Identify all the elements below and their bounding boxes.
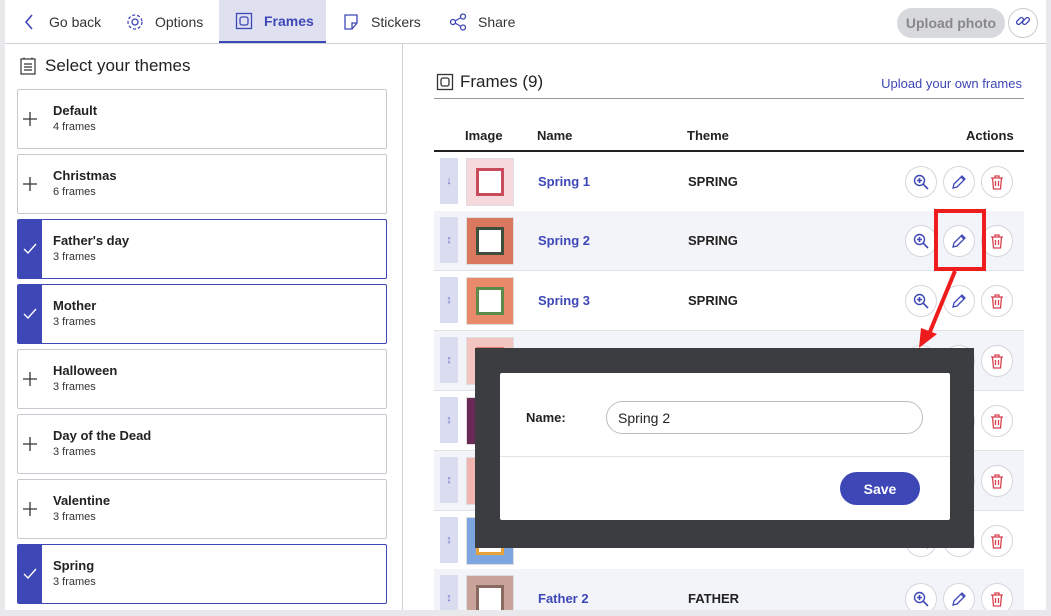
frame-name-input[interactable] xyxy=(606,401,923,434)
save-button[interactable]: Save xyxy=(840,472,920,505)
dialog-divider xyxy=(500,456,950,457)
name-field-label: Name: xyxy=(526,410,566,425)
edit-frame-dialog: Name: Save xyxy=(500,373,950,520)
app-window: Go back Options Frames Stickers Share Up… xyxy=(5,0,1046,610)
